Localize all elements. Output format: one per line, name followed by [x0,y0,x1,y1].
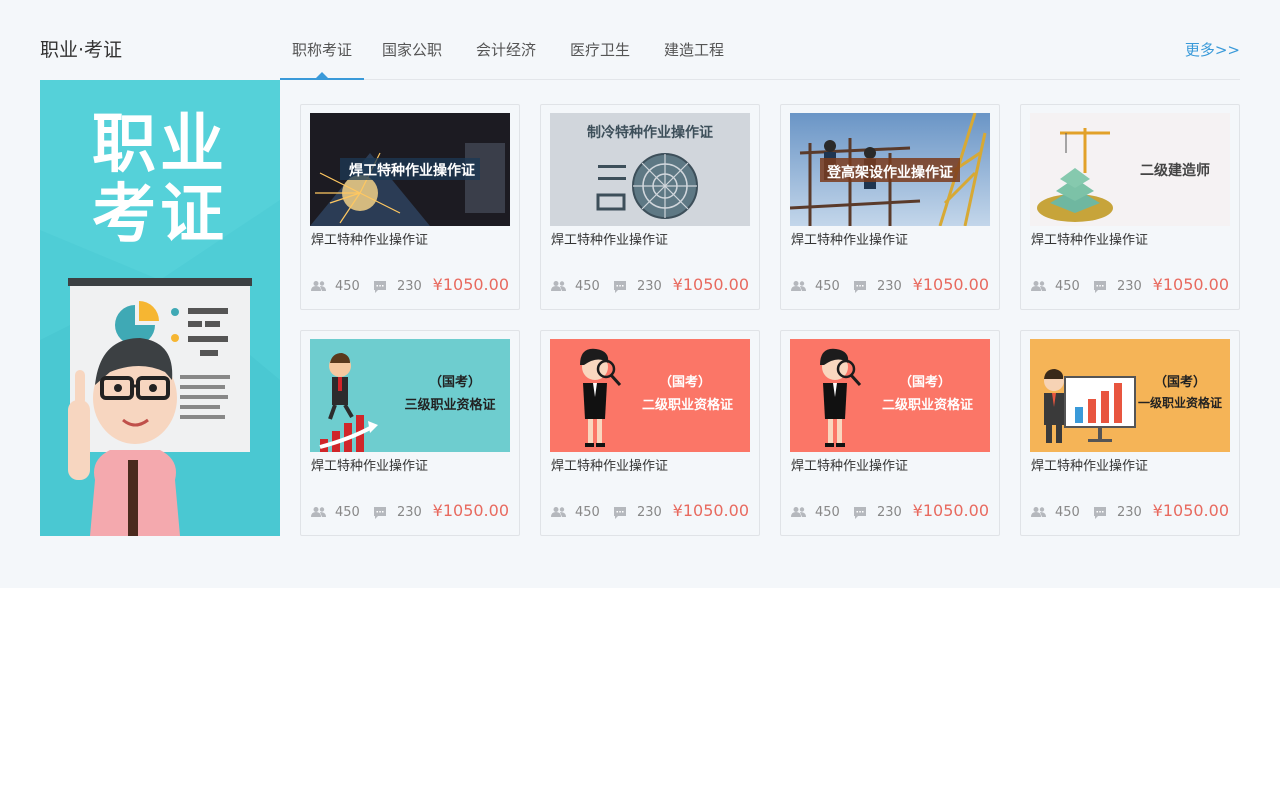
course-thumbnail: 制冷特种作业操作证 [550,113,750,226]
promo-banner[interactable]: 职业 考证 [40,80,280,536]
thumbnail-caption: 二级建造师 [1140,163,1210,179]
comments-icon [614,507,626,519]
students-count: 450 [335,505,360,520]
course-title[interactable]: 焊工特种作业操作证 [311,458,428,476]
students-icon [311,281,326,291]
tab-label: 会计经济 [475,41,536,59]
tab-label: 职称考证 [291,41,352,59]
course-price: ¥1050.00 [672,275,749,294]
course-price: ¥1050.00 [1152,501,1229,520]
course-title[interactable]: 焊工特种作业操作证 [1031,458,1148,476]
course-title[interactable]: 焊工特种作业操作证 [1031,232,1148,250]
students-icon [311,507,326,517]
tab-medical-health[interactable]: 医疗卫生 [562,30,638,80]
students-count: 450 [815,505,840,520]
thumbnail-caption: 三级职业资格证 [404,398,496,413]
more-link[interactable]: 更多>> [1185,30,1240,70]
thumbnail-caption: 制冷特种作业操作证 [587,125,713,141]
students-count: 450 [335,279,360,294]
course-card[interactable]: （国考） 一级职业资格证 焊工特种作业操作证 450 230 ¥1050.00 [1020,330,1240,536]
course-title[interactable]: 焊工特种作业操作证 [551,458,668,476]
thumbnail-caption: 二级职业资格证 [881,398,973,413]
thumbnail-caption-top: （国考） [428,375,481,390]
course-price: ¥1050.00 [1152,275,1229,294]
course-title[interactable]: 焊工特种作业操作证 [791,458,908,476]
thumbnail-caption-top: （国考） [898,375,951,390]
tab-construction-engineering[interactable]: 建造工程 [656,30,732,80]
students-count: 450 [575,505,600,520]
course-thumbnail: 登高架设作业操作证 [790,113,990,226]
thumbnail-caption: 二级职业资格证 [641,398,733,413]
course-thumbnail: （国考） 三级职业资格证 [310,339,510,452]
course-thumbnail: （国考） 二级职业资格证 [790,339,990,452]
comments-icon [854,281,866,293]
course-card[interactable]: 焊工特种作业操作证 焊工特种作业操作证 450 230 ¥1050.00 [300,104,520,310]
comments-icon [854,507,866,519]
students-count: 450 [1055,505,1080,520]
course-price: ¥1050.00 [672,501,749,520]
course-thumbnail: 焊工特种作业操作证 [310,113,510,226]
comments-icon [614,281,626,293]
comments-icon [1094,507,1106,519]
thumbnail-caption: 登高架设作业操作证 [827,165,953,181]
course-card[interactable]: 制冷特种作业操作证 焊工特种作业操作证 450 230 ¥1050.00 [540,104,760,310]
comments-count: 230 [397,505,422,520]
comments-count: 230 [637,279,662,294]
course-grid: 焊工特种作业操作证 焊工特种作业操作证 450 230 ¥1050.00 制冷特… [300,104,1240,536]
tab-label: 医疗卫生 [569,41,630,59]
students-icon [551,281,566,291]
course-title[interactable]: 焊工特种作业操作证 [791,232,908,250]
thumbnail-caption-top: （国考） [658,375,711,390]
students-count: 450 [815,279,840,294]
course-price: ¥1050.00 [432,501,509,520]
active-tab-caret-icon [316,72,328,78]
tab-civil-service[interactable]: 国家公职 [374,30,450,80]
course-thumbnail: （国考） 二级职业资格证 [550,339,750,452]
course-thumbnail: 二级建造师 [1030,113,1230,226]
course-card[interactable]: （国考） 二级职业资格证 焊工特种作业操作证 450 230 ¥1050.00 [780,330,1000,536]
tab-label: 建造工程 [663,41,724,59]
tab-accounting-economics[interactable]: 会计经济 [468,30,544,80]
students-icon [791,507,806,517]
students-icon [791,281,806,291]
students-icon [551,507,566,517]
course-card[interactable]: （国考） 三级职业资格证 焊工特种作业操作证 450 230 ¥1050.00 [300,330,520,536]
tab-label: 国家公职 [381,41,442,59]
career-certificate-section: 职业·考证 职称考证 国家公职 会计经济 医疗卫生 建造工程 更多>> 职业 考… [0,0,1280,588]
course-card[interactable]: （国考） 二级职业资格证 焊工特种作业操作证 450 230 ¥1050.00 [540,330,760,536]
course-thumbnail: （国考） 一级职业资格证 [1030,339,1230,452]
course-title[interactable]: 焊工特种作业操作证 [551,232,668,250]
course-price: ¥1050.00 [432,275,509,294]
comments-count: 230 [877,279,902,294]
thumbnail-caption: 焊工特种作业操作证 [349,163,475,179]
students-count: 450 [1055,279,1080,294]
comments-count: 230 [1117,279,1142,294]
banner-title-line2: 考证 [92,178,228,252]
course-card[interactable]: 登高架设作业操作证 焊工特种作业操作证 450 230 ¥1050.00 [780,104,1000,310]
students-icon [1031,281,1046,291]
students-count: 450 [575,279,600,294]
comments-count: 230 [877,505,902,520]
course-card[interactable]: 二级建造师 焊工特种作业操作证 450 230 ¥1050.00 [1020,104,1240,310]
course-price: ¥1050.00 [912,275,989,294]
thumbnail-caption-top: （国考） [1153,375,1206,390]
comments-count: 230 [637,505,662,520]
category-tabs: 职称考证 国家公职 会计经济 医疗卫生 建造工程 更多>> [280,30,1240,80]
course-title[interactable]: 焊工特种作业操作证 [311,232,428,250]
comments-icon [374,507,386,519]
course-price: ¥1050.00 [912,501,989,520]
comments-icon [1094,281,1106,293]
comments-count: 230 [397,279,422,294]
comments-icon [374,281,386,293]
banner-title-line1: 职业 [92,108,228,182]
students-icon [1031,507,1046,517]
section-title: 职业·考证 [40,39,123,61]
comments-count: 230 [1117,505,1142,520]
thumbnail-caption: 一级职业资格证 [1137,396,1222,410]
tab-professional-title[interactable]: 职称考证 [280,30,364,80]
